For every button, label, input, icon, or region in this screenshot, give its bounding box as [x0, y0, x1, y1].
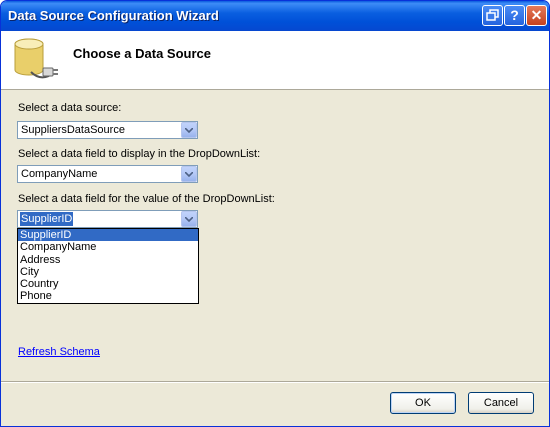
restore-button[interactable] — [482, 5, 503, 26]
data-source-label: Select a data source: — [18, 102, 122, 114]
value-field-dropdown[interactable]: SupplierID — [17, 210, 198, 228]
dropdown-option[interactable]: Country — [18, 278, 198, 290]
help-button[interactable]: ? — [504, 5, 525, 26]
dropdown-button[interactable] — [181, 166, 197, 182]
dropdown-option[interactable]: City — [18, 266, 198, 278]
window-title: Data Source Configuration Wizard — [8, 8, 219, 23]
dropdown-option[interactable]: CompanyName — [18, 241, 198, 253]
dropdown-option[interactable]: Phone — [18, 290, 198, 302]
page-title: Choose a Data Source — [73, 46, 211, 61]
display-field-value: CompanyName — [21, 168, 98, 180]
display-field-label: Select a data field to display in the Dr… — [18, 148, 261, 160]
footer-divider — [1, 381, 549, 383]
data-source-dropdown[interactable]: SuppliersDataSource — [17, 121, 198, 139]
restore-icon — [486, 9, 499, 21]
cancel-button[interactable]: Cancel — [468, 392, 534, 414]
chevron-down-icon — [185, 217, 193, 222]
wizard-header: Choose a Data Source — [1, 31, 549, 90]
wizard-window: Data Source Configuration Wizard ? ✕ Cho… — [0, 0, 550, 427]
display-field-dropdown[interactable]: CompanyName — [17, 165, 198, 183]
dropdown-list[interactable]: SupplierID CompanyName Address City Coun… — [17, 228, 199, 304]
dropdown-button[interactable] — [181, 122, 197, 138]
dropdown-option[interactable]: SupplierID — [18, 229, 198, 242]
chevron-down-icon — [185, 172, 193, 177]
chevron-down-icon — [185, 128, 193, 133]
help-icon: ? — [510, 7, 519, 23]
value-field-value: SupplierID — [18, 211, 75, 227]
data-source-value: SuppliersDataSource — [21, 124, 125, 136]
refresh-schema-link[interactable]: Refresh Schema — [18, 346, 100, 358]
dropdown-option[interactable]: Address — [18, 254, 198, 266]
database-plug-icon — [14, 38, 58, 79]
ok-button[interactable]: OK — [390, 392, 456, 414]
dropdown-button[interactable] — [181, 211, 197, 227]
title-bar[interactable]: Data Source Configuration Wizard ? ✕ — [1, 1, 549, 31]
value-field-label: Select a data field for the value of the… — [18, 193, 275, 205]
close-icon: ✕ — [530, 7, 543, 23]
close-button[interactable]: ✕ — [526, 5, 547, 26]
